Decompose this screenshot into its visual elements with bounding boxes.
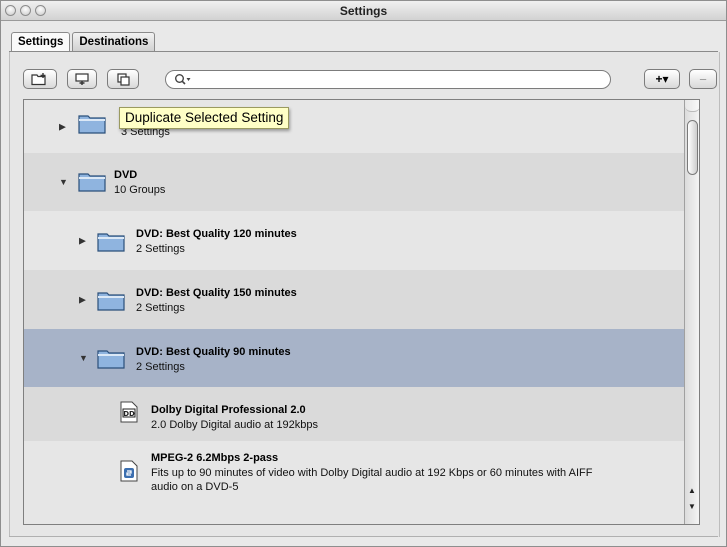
folder-icon [97, 292, 125, 311]
list-item[interactable]: DD Dolby Digital Professional 2.0 2.0 Do… [24, 387, 699, 441]
list-item-selected[interactable]: ▼ DVD: Best Quality 90 minutes 2 Setting… [24, 329, 699, 387]
dolby-document-icon: DD [120, 401, 138, 423]
group-name: DVD: Best Quality 120 minutes [136, 228, 297, 240]
scrollbar-top-cap [685, 100, 699, 112]
vertical-scrollbar[interactable]: ▲ ▼ [684, 100, 699, 524]
tab-destinations[interactable]: Destinations [72, 32, 156, 52]
group-name: DVD: Best Quality 90 minutes [136, 346, 291, 358]
remove-button[interactable]: − [689, 69, 717, 89]
folder-icon [78, 115, 106, 134]
group-count: 2 Settings [136, 302, 185, 314]
disclosure-triangle-expanded-icon[interactable]: ▼ [79, 353, 88, 363]
scroll-down-arrow-icon[interactable]: ▼ [688, 502, 696, 511]
new-group-button[interactable] [23, 69, 57, 89]
setting-description: Fits up to 90 minutes of video with Dolb… [151, 467, 593, 479]
group-count: 2 Settings [136, 361, 185, 373]
setting-description-cont: audio on a DVD-5 [151, 481, 239, 493]
tooltip: Duplicate Selected Setting [119, 107, 290, 129]
scroll-up-arrow-icon[interactable]: ▲ [688, 486, 696, 495]
new-setting-button[interactable] [67, 69, 97, 89]
setting-description: 2.0 Dolby Digital audio at 192kbps [151, 419, 318, 431]
add-menu-button[interactable]: +▾ [644, 69, 680, 89]
group-name: DVD [114, 169, 138, 181]
list-item[interactable]: ▶ DVD: Best Quality 120 minutes 2 Settin… [24, 211, 699, 270]
list-item[interactable]: ▼ DVD 10 Groups [24, 153, 699, 211]
tab-bar: Settings Destinations [11, 32, 157, 52]
dolby-badge: DD [123, 410, 135, 418]
title-bar: Settings [1, 1, 726, 21]
setting-name: MPEG-2 6.2Mbps 2-pass [151, 452, 279, 464]
disclosure-triangle-collapsed-icon[interactable]: ▶ [79, 235, 86, 246]
settings-list[interactable]: ▶ A 3 Settings ▼ DVD 10 Groups ▶ DVD: Be [23, 99, 700, 525]
mpeg-document-icon [120, 460, 138, 482]
folder-icon [97, 350, 125, 369]
search-icon[interactable] [174, 73, 192, 86]
group-count: 10 Groups [114, 184, 166, 196]
search-field[interactable] [165, 70, 611, 89]
disclosure-triangle-collapsed-icon[interactable]: ▶ [79, 294, 86, 305]
folder-icon [78, 173, 106, 192]
new-setting-icon [75, 73, 89, 85]
list-item[interactable]: ▶ DVD: Best Quality 150 minutes 2 Settin… [24, 270, 699, 329]
tab-settings[interactable]: Settings [11, 32, 71, 52]
setting-name: Dolby Digital Professional 2.0 [151, 404, 306, 416]
disclosure-triangle-expanded-icon[interactable]: ▼ [59, 177, 68, 187]
group-name: DVD: Best Quality 150 minutes [136, 287, 297, 299]
group-count: 2 Settings [136, 243, 185, 255]
bottom-divider [9, 536, 718, 537]
list-item[interactable]: MPEG-2 6.2Mbps 2-pass Fits up to 90 minu… [24, 441, 699, 524]
scrollbar-thumb[interactable] [687, 120, 698, 175]
disclosure-triangle-collapsed-icon[interactable]: ▶ [59, 121, 66, 132]
folder-icon [97, 233, 125, 252]
duplicate-icon [117, 73, 130, 86]
new-folder-icon [31, 73, 46, 86]
settings-window: Settings Settings Destinations +▾ − ▶ 3 … [0, 0, 727, 547]
window-title: Settings [339, 4, 388, 18]
duplicate-button[interactable] [107, 69, 139, 89]
